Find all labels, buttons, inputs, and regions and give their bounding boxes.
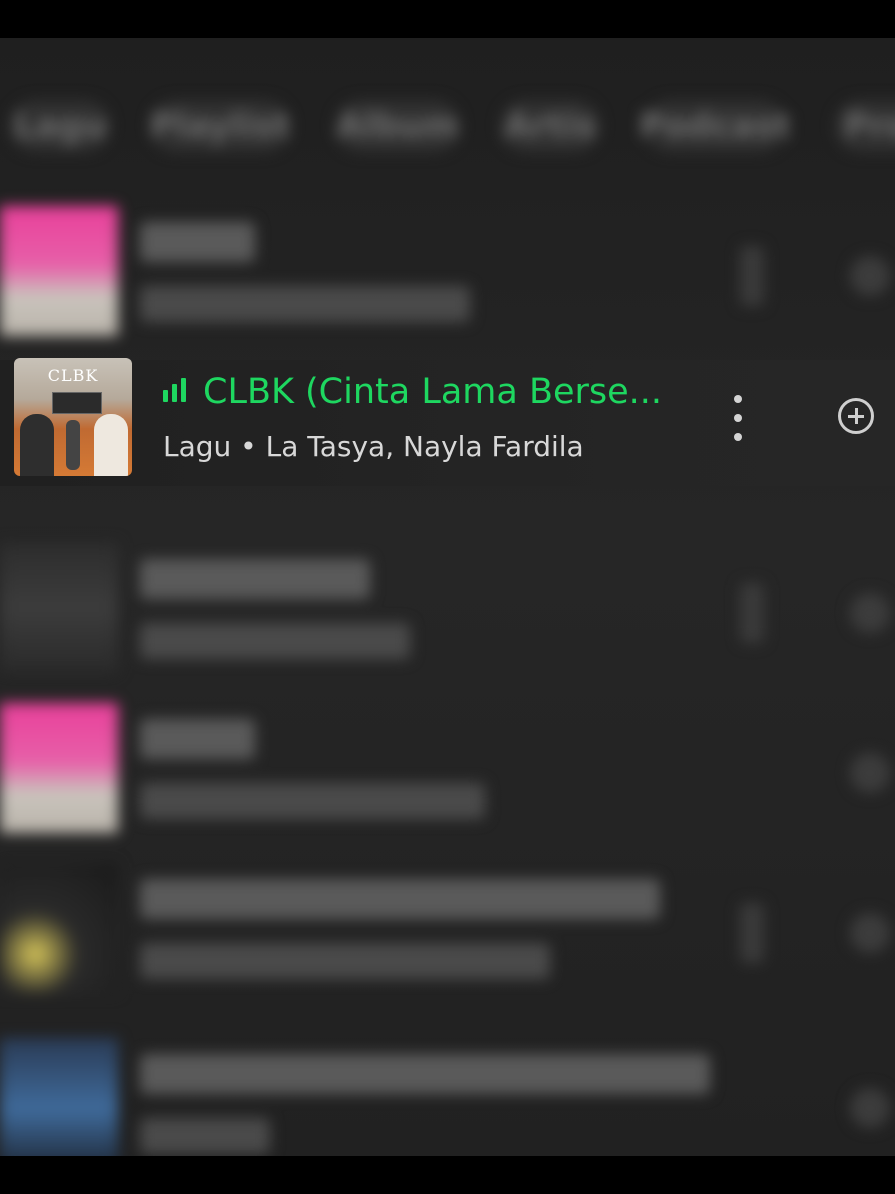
filter-chip[interactable]: Podcast [639, 100, 791, 152]
filter-chip[interactable]: Playlist [150, 100, 290, 152]
album-art [0, 1038, 118, 1156]
list-item[interactable] [0, 863, 895, 1003]
cover-microphone [66, 420, 80, 470]
cover-person [94, 414, 128, 476]
album-art [0, 703, 118, 833]
more-options-icon[interactable] [740, 246, 764, 306]
list-item-title [140, 222, 255, 262]
track-title[interactable]: CLBK (Cinta Lama Berse... [203, 372, 662, 412]
filter-chips[interactable]: Lagu Playlist Album Artis Podcast Profil [0, 100, 895, 160]
list-item-title [140, 719, 255, 759]
filter-chip[interactable]: Lagu [10, 100, 110, 152]
top-black-bar [0, 0, 895, 38]
filter-chip[interactable]: Album [335, 100, 460, 152]
list-item-subtitle [140, 623, 410, 659]
more-options-icon[interactable] [740, 903, 764, 963]
list-item-subtitle [140, 943, 550, 979]
cover-screen [52, 392, 102, 414]
add-circle-icon[interactable] [838, 398, 874, 434]
list-item[interactable] [0, 1038, 895, 1156]
blurred-background: Lagu Playlist Album Artis Podcast Profil [0, 38, 895, 1156]
filter-chip[interactable]: Profil [835, 100, 895, 152]
add-circle-icon[interactable] [850, 593, 890, 633]
add-circle-icon[interactable] [850, 256, 890, 296]
album-art [0, 543, 118, 673]
track-subtitle: Lagu • La Tasya, Nayla Fardila [163, 430, 584, 463]
cover-person [20, 414, 54, 476]
list-item[interactable] [0, 703, 895, 843]
filter-chip[interactable]: Artis [500, 100, 600, 152]
add-circle-icon[interactable] [850, 753, 890, 793]
album-art [0, 863, 118, 993]
search-results-screen: Lagu Playlist Album Artis Podcast Profil [0, 38, 895, 1156]
more-options-icon[interactable] [731, 395, 745, 441]
add-circle-icon[interactable] [850, 1088, 890, 1128]
list-item-subtitle [140, 286, 470, 322]
list-item-title [140, 879, 660, 919]
list-item[interactable] [0, 543, 895, 683]
album-art: CLBK [14, 358, 132, 476]
list-item-subtitle [140, 1118, 270, 1154]
more-options-icon[interactable] [740, 583, 764, 643]
list-item-title [140, 559, 370, 599]
bottom-black-bar [0, 1156, 895, 1194]
album-art [0, 206, 118, 336]
list-item-title [140, 1054, 710, 1094]
equalizer-icon [163, 378, 189, 402]
cover-title: CLBK [47, 366, 99, 385]
add-circle-icon[interactable] [850, 913, 890, 953]
list-item[interactable] [0, 206, 895, 346]
list-item-subtitle [140, 783, 485, 819]
